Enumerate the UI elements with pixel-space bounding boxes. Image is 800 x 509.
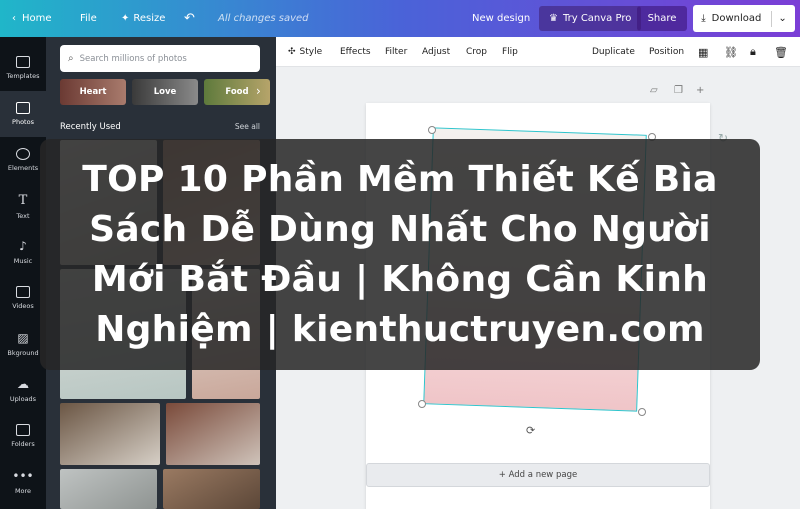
save-status: All changes saved bbox=[218, 13, 309, 24]
file-menu[interactable]: File bbox=[80, 0, 97, 37]
rail-label: Bkground bbox=[7, 349, 39, 357]
flip-button[interactable]: Flip bbox=[502, 37, 518, 67]
chip-love[interactable]: Love bbox=[132, 79, 198, 105]
rail-photos[interactable]: Photos bbox=[0, 91, 46, 137]
top-bar: ‹ Home File ✦ Resize ↶ All changes saved… bbox=[0, 0, 800, 37]
add-new-page-button[interactable]: + Add a new page bbox=[366, 463, 710, 487]
try-pro-label: Try Canva Pro bbox=[562, 13, 632, 24]
photos-icon bbox=[16, 102, 30, 114]
resize-button[interactable]: ✦ Resize bbox=[121, 0, 165, 37]
style-label: Style bbox=[299, 47, 323, 57]
rail-label: Folders bbox=[11, 440, 35, 448]
adjust-button[interactable]: Adjust bbox=[422, 37, 450, 67]
rail-label: Uploads bbox=[9, 395, 37, 403]
recently-used-header: Recently Used See all bbox=[60, 122, 260, 132]
transparency-icon[interactable]: ▦ bbox=[698, 37, 708, 67]
resize-label: Resize bbox=[133, 13, 166, 24]
divider bbox=[771, 10, 773, 27]
more-icon: ••• bbox=[12, 469, 34, 483]
rotate-icon[interactable]: ⟳ bbox=[526, 424, 535, 437]
duplicate-button[interactable]: Duplicate bbox=[592, 37, 635, 67]
rail-uploads[interactable]: ☁ Uploads bbox=[0, 367, 46, 413]
photo-thumbnail[interactable] bbox=[166, 403, 260, 465]
background-icon: ▨ bbox=[17, 331, 29, 345]
rail-label: Text bbox=[16, 211, 30, 220]
resize-icon: ✦ bbox=[121, 13, 130, 24]
templates-icon bbox=[16, 56, 30, 68]
resize-handle[interactable] bbox=[428, 126, 436, 134]
chevron-left-icon: ‹ bbox=[12, 13, 16, 24]
effects-button[interactable]: Effects bbox=[340, 37, 371, 67]
rail-label: Videos bbox=[12, 302, 34, 310]
search-icon: ⌕ bbox=[68, 53, 74, 64]
chevron-right-icon[interactable]: › bbox=[256, 84, 261, 98]
filter-button[interactable]: Filter bbox=[385, 37, 407, 67]
add-page-icon[interactable]: + bbox=[696, 85, 704, 96]
style-icon: ✣ bbox=[288, 47, 296, 57]
text-icon: T bbox=[18, 192, 28, 208]
edit-toolbar: ✣ Style Effects Filter Adjust Crop Flip … bbox=[276, 37, 800, 67]
copy-page-icon[interactable]: ❐ bbox=[674, 85, 683, 96]
section-title: Recently Used bbox=[60, 122, 121, 132]
search-placeholder: Search millions of photos bbox=[79, 53, 187, 64]
rail-label: Templates bbox=[6, 72, 40, 80]
download-label: Download bbox=[711, 13, 762, 24]
home-label: Home bbox=[22, 13, 52, 24]
trash-icon[interactable]: 🗑︎ bbox=[774, 37, 788, 67]
home-button[interactable]: ‹ Home bbox=[12, 0, 52, 37]
note-icon[interactable]: ▱ bbox=[650, 85, 658, 96]
photo-thumbnail[interactable] bbox=[60, 469, 157, 509]
uploads-icon: ☁ bbox=[17, 377, 29, 391]
rail-label: Elements bbox=[7, 164, 39, 172]
download-icon: ⤓ bbox=[701, 13, 706, 24]
caption-overlay: TOP 10 Phần Mềm Thiết Kế Bìa Sách Dễ Dùn… bbox=[40, 139, 760, 370]
lock-icon[interactable]: 🔒︎ bbox=[750, 37, 756, 67]
crown-icon: ♛ bbox=[549, 13, 558, 24]
rail-label: Photos bbox=[12, 118, 34, 126]
share-button[interactable]: Share bbox=[637, 6, 687, 31]
resize-handle[interactable] bbox=[638, 408, 646, 416]
try-pro-button[interactable]: ♛ Try Canva Pro bbox=[539, 6, 642, 31]
music-icon: ♪ bbox=[19, 239, 27, 253]
style-button[interactable]: ✣ Style bbox=[288, 37, 322, 67]
chip-heart[interactable]: Heart bbox=[60, 79, 126, 105]
undo-icon[interactable]: ↶ bbox=[184, 0, 195, 37]
crop-button[interactable]: Crop bbox=[466, 37, 487, 67]
chevron-down-icon[interactable]: ⌄ bbox=[778, 13, 786, 24]
rail-more[interactable]: ••• More bbox=[0, 459, 46, 505]
folders-icon bbox=[16, 424, 30, 436]
rail-label: Music bbox=[13, 257, 33, 265]
new-design-button[interactable]: New design bbox=[472, 0, 530, 37]
link-icon[interactable]: ⛓ bbox=[724, 37, 738, 67]
category-chips: Heart Love Food › bbox=[60, 79, 270, 105]
photo-thumbnail[interactable] bbox=[60, 403, 160, 465]
see-all-link[interactable]: See all bbox=[235, 122, 260, 132]
resize-handle[interactable] bbox=[418, 400, 426, 408]
position-button[interactable]: Position bbox=[649, 37, 684, 67]
caption-text: TOP 10 Phần Mềm Thiết Kế Bìa Sách Dễ Dùn… bbox=[82, 158, 718, 350]
photo-thumbnail[interactable] bbox=[163, 469, 260, 509]
rail-label: More bbox=[14, 487, 32, 495]
rail-folders[interactable]: Folders bbox=[0, 413, 46, 459]
elements-icon bbox=[16, 148, 30, 160]
download-button[interactable]: ⤓ Download ⌄ bbox=[693, 5, 795, 32]
videos-icon bbox=[16, 286, 30, 298]
rail-templates[interactable]: Templates bbox=[0, 45, 46, 91]
search-input[interactable]: ⌕ Search millions of photos bbox=[60, 45, 260, 72]
